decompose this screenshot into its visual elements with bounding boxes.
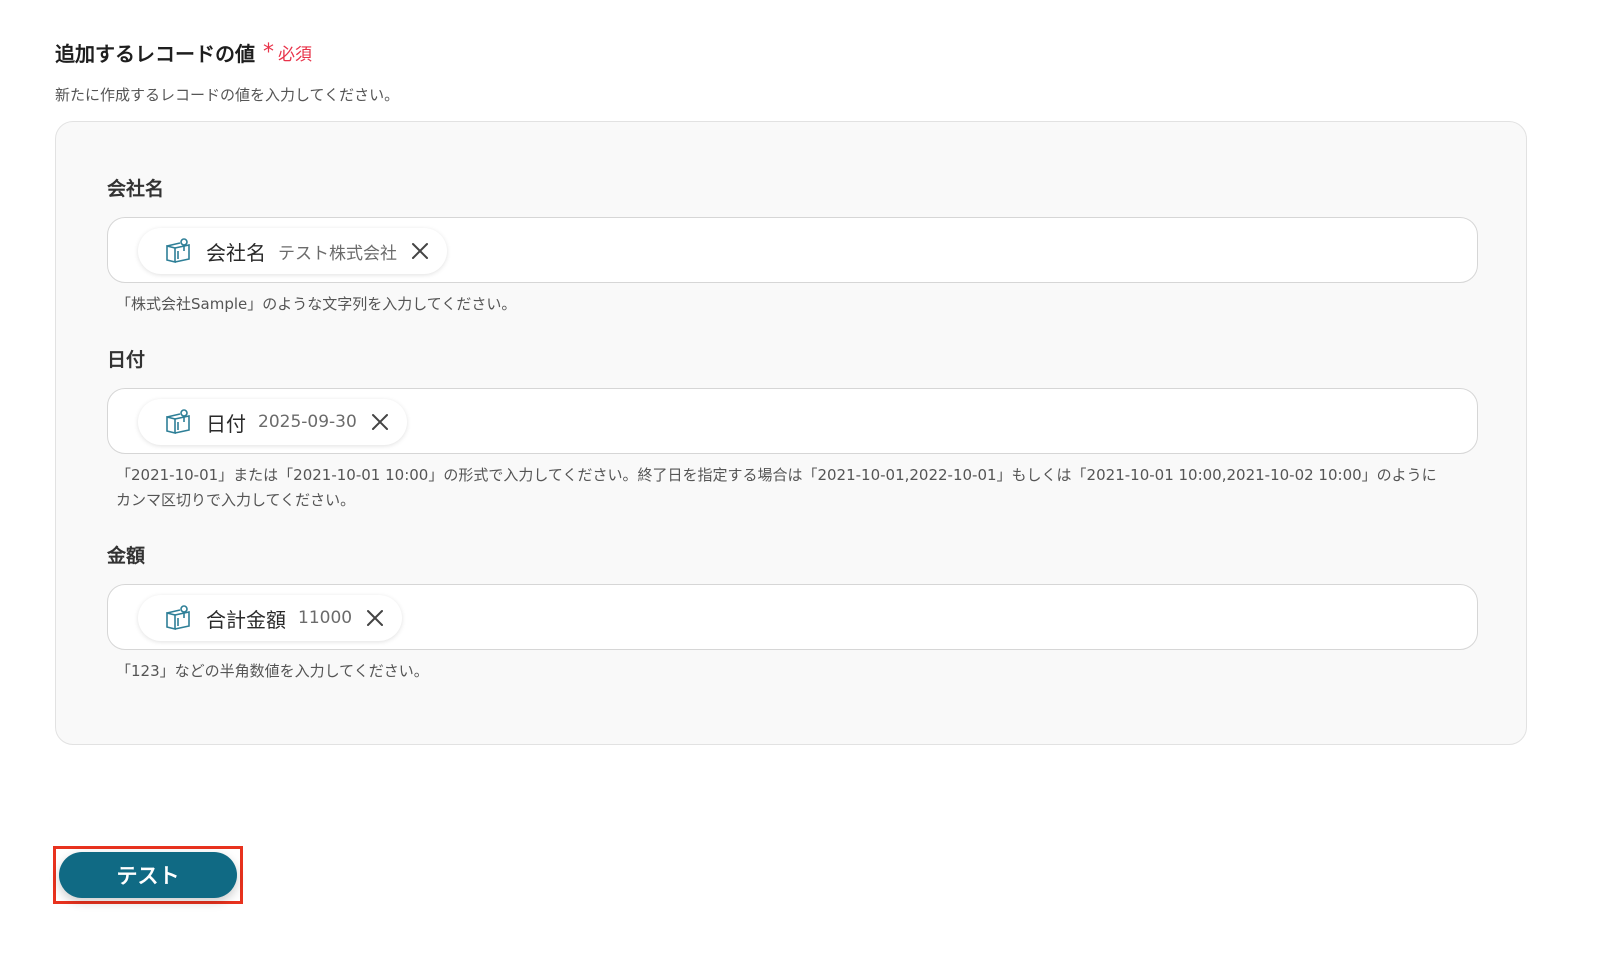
date-input[interactable]: 日付 2025-09-30 — [107, 388, 1478, 454]
close-icon[interactable] — [409, 240, 431, 262]
close-icon[interactable] — [364, 607, 386, 629]
company-name-input[interactable]: 会社名 テスト株式会社 — [107, 217, 1478, 283]
test-button[interactable]: テスト — [59, 852, 237, 898]
field-label-amount: 金額 — [107, 545, 146, 567]
required-label: 必須 — [278, 45, 312, 65]
test-button-highlight: テスト — [53, 846, 243, 904]
required-badge: * 必須 — [263, 40, 312, 65]
company-name-chip[interactable]: 会社名 テスト株式会社 — [138, 228, 447, 274]
field-hint-amount: 「123」などの半角数値を入力してください。 — [116, 662, 429, 680]
book-icon — [164, 604, 192, 632]
amount-chip[interactable]: 合計金額 11000 — [138, 595, 403, 641]
record-values-panel: 会社名 会社名 テスト株式会社 「株式会社Sample」のような文字列を入力して… — [55, 121, 1527, 745]
field-hint-company: 「株式会社Sample」のような文字列を入力してください。 — [116, 295, 517, 313]
field-hint-date: 「2021-10-01」または「2021-10-01 10:00」の形式で入力し… — [116, 466, 1437, 509]
field-label-company: 会社名 — [107, 178, 165, 200]
book-icon — [164, 237, 192, 265]
chip-value: 11000 — [298, 608, 353, 628]
date-chip[interactable]: 日付 2025-09-30 — [138, 399, 407, 445]
required-asterisk: * — [263, 39, 274, 65]
section-title: 追加するレコードの値 * 必須 — [55, 38, 312, 67]
field-label-date: 日付 — [107, 349, 146, 371]
book-icon — [164, 408, 192, 436]
chip-value: テスト株式会社 — [278, 243, 397, 264]
section-title-text: 追加するレコードの値 — [55, 42, 255, 66]
section-description: 新たに作成するレコードの値を入力してください。 — [55, 86, 400, 104]
chip-name: 会社名 — [206, 240, 266, 265]
amount-input[interactable]: 合計金額 11000 — [107, 584, 1478, 650]
chip-value: 2025-09-30 — [258, 412, 357, 432]
chip-name: 合計金額 — [206, 607, 286, 632]
chip-name: 日付 — [206, 411, 246, 436]
close-icon[interactable] — [369, 411, 391, 433]
